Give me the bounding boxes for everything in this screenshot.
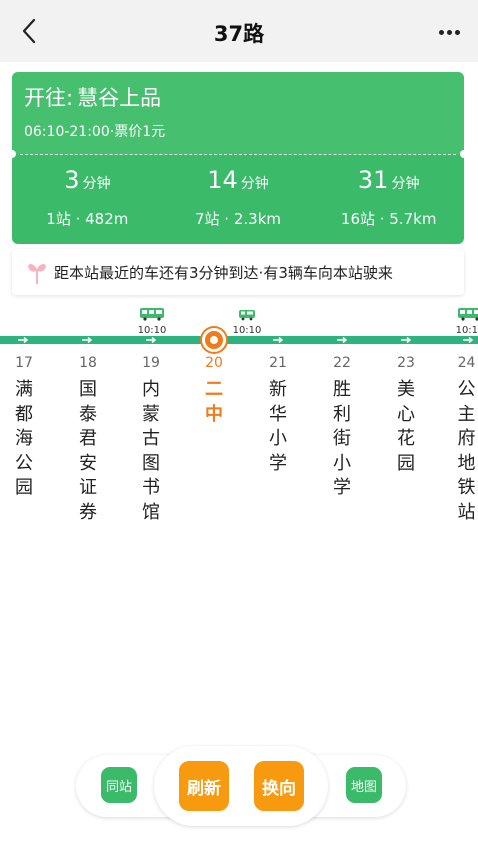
bus-time: 10:10 — [232, 325, 262, 336]
stop-item-current[interactable]: 20 二中 — [199, 352, 229, 427]
more-button[interactable] — [434, 18, 464, 46]
arrival-unit: 分钟 — [240, 176, 269, 192]
current-station-marker — [202, 328, 226, 352]
stop-item[interactable]: 23 美心花园 — [391, 352, 421, 476]
refresh-button[interactable]: 刷新 — [179, 761, 229, 811]
stop-item[interactable]: 24 公主府地铁站 — [455, 352, 478, 525]
arrival-list: 3 分钟 1站 · 482m 14 分钟 7站 · 2.3km 31 分钟 16站 ·… — [12, 164, 464, 234]
stop-number: 22 — [333, 355, 351, 371]
notice-text: 距本站最近的车还有3分钟到达·有3辆车向本站驶来 — [54, 264, 393, 282]
stop-number: 19 — [142, 355, 160, 371]
stop-item[interactable]: 18 国泰君安证券 — [73, 352, 103, 525]
arrival-item: 3 分钟 1站 · 482m — [12, 164, 163, 234]
stop-number: 18 — [79, 355, 97, 371]
schedule-text: 06:10-21:00·票价1元 — [24, 124, 166, 140]
direction-arrow-icon — [400, 336, 412, 344]
stop-name: 新华小学 — [269, 379, 287, 474]
bus-marker[interactable]: 10:10 — [231, 306, 263, 337]
direction-arrow-icon — [17, 336, 29, 344]
stop-number: 21 — [269, 355, 287, 371]
direction-arrow-icon — [145, 336, 157, 344]
bus-icon — [239, 310, 255, 321]
arrival-distance: 7站 · 2.3km — [195, 210, 282, 228]
map-button[interactable]: 地图 — [346, 767, 382, 803]
stop-item[interactable]: 22 胜利街小学 — [327, 352, 357, 501]
bus-marker[interactable]: 10:10 — [454, 306, 478, 337]
bus-marker[interactable]: 10:10 — [136, 306, 168, 337]
arrival-unit: 分钟 — [82, 176, 111, 192]
destination-name: 慧谷上品 — [77, 86, 162, 110]
stop-name: 胜利街小学 — [333, 379, 351, 498]
stop-number: 23 — [397, 355, 415, 371]
destination: 开往: 慧谷上品 — [24, 82, 161, 112]
stop-number: 17 — [15, 355, 33, 371]
route-line[interactable]: 10:10 10:10 10:10 17 满都海公园 18 国泰君安证券 19 … — [0, 300, 478, 540]
stop-number: 24 — [457, 355, 476, 371]
stop-item[interactable]: 17 满都海公园 — [9, 352, 39, 501]
more-dots-icon — [438, 29, 444, 35]
card-divider — [20, 154, 456, 155]
direction-arrow-icon — [462, 336, 474, 344]
reverse-direction-button[interactable]: 换向 — [254, 761, 304, 811]
top-bar: 37路 — [0, 0, 478, 62]
stop-number: 20 — [205, 355, 223, 371]
stop-item[interactable]: 21 新华小学 — [263, 352, 293, 476]
arrival-item: 31 分钟 16站 · 5.7km — [313, 164, 464, 234]
stop-name: 满都海公园 — [15, 379, 33, 498]
arrival-distance: 1站 · 482m — [46, 210, 129, 228]
direction-arrow-icon — [336, 336, 348, 344]
stop-name: 美心花园 — [397, 379, 415, 474]
destination-prefix: 开往: — [24, 86, 74, 110]
bus-time: 10:10 — [137, 325, 167, 336]
arrival-unit: 分钟 — [391, 176, 420, 192]
same-station-button[interactable]: 同站 — [101, 767, 137, 803]
stop-name: 国泰君安证券 — [79, 379, 97, 523]
arrival-minutes: 31 — [357, 166, 389, 194]
bus-time: 10:10 — [455, 325, 478, 336]
page-title: 37路 — [213, 22, 265, 46]
stop-name: 二中 — [205, 379, 223, 425]
arrival-notice: 距本站最近的车还有3分钟到达·有3辆车向本站驶来 — [12, 249, 464, 295]
heart-icon — [28, 264, 46, 284]
stop-name: 内蒙古图书馆 — [142, 379, 160, 523]
bus-icon — [140, 308, 164, 321]
bus-icon — [458, 308, 478, 321]
stop-name: 公主府地铁站 — [457, 379, 476, 523]
direction-arrow-icon — [272, 336, 284, 344]
arrival-minutes: 3 — [64, 166, 80, 194]
stop-item[interactable]: 19 内蒙古图书馆 — [136, 352, 166, 525]
direction-arrow-icon — [81, 336, 93, 344]
arrival-minutes: 14 — [207, 166, 238, 194]
arrival-distance: 16站 · 5.7km — [340, 210, 437, 228]
line-info-card: 开往: 慧谷上品 06:10-21:00·票价1元 3 分钟 1站 · 482m 1… — [12, 72, 464, 244]
arrival-item: 14 分钟 7站 · 2.3km — [163, 164, 314, 234]
